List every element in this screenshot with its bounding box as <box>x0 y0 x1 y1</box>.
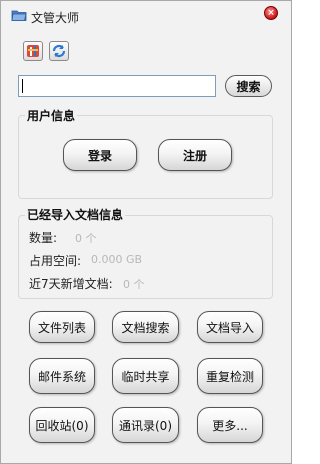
app-window: 文管大师 × 搜索 用户信息 登录 注册 已经导入文档信息 数量: 0 个 占用… <box>0 0 292 464</box>
contacts-button[interactable]: 通讯录(0) <box>112 407 179 443</box>
title-bar[interactable]: 文管大师 × <box>1 1 291 31</box>
space-label: 占用空间: <box>29 254 82 268</box>
user-info-group <box>18 115 273 199</box>
count-label: 数量: <box>29 231 58 245</box>
mail-system-button[interactable]: 邮件系统 <box>29 358 95 394</box>
recent-value: 0 个 <box>123 278 145 291</box>
count-value: 0 个 <box>75 232 97 245</box>
space-value: 0.000 GB <box>91 253 143 266</box>
user-info-title: 用户信息 <box>25 107 78 124</box>
search-button[interactable]: 搜索 <box>225 75 272 97</box>
doc-info-title: 已经导入文档信息 <box>25 206 126 223</box>
register-button[interactable]: 注册 <box>158 139 232 171</box>
text-caret <box>22 79 23 93</box>
doc-import-button[interactable]: 文档导入 <box>197 311 263 343</box>
temp-share-button[interactable]: 临时共享 <box>112 358 179 394</box>
search-input[interactable] <box>18 75 216 97</box>
recent-label: 近7天新增文档: <box>29 277 113 291</box>
tools-icon[interactable] <box>23 41 43 61</box>
refresh-icon[interactable] <box>49 41 69 61</box>
doc-search-button[interactable]: 文档搜索 <box>112 311 179 343</box>
recycle-bin-button[interactable]: 回收站(0) <box>29 407 95 443</box>
close-icon[interactable]: × <box>264 6 278 20</box>
login-button[interactable]: 登录 <box>63 139 137 171</box>
file-list-button[interactable]: 文件列表 <box>29 311 95 343</box>
window-title: 文管大师 <box>31 11 80 25</box>
duplicate-check-button[interactable]: 重复检测 <box>197 358 263 394</box>
more-button[interactable]: 更多... <box>197 407 263 443</box>
folder-icon <box>11 8 27 22</box>
